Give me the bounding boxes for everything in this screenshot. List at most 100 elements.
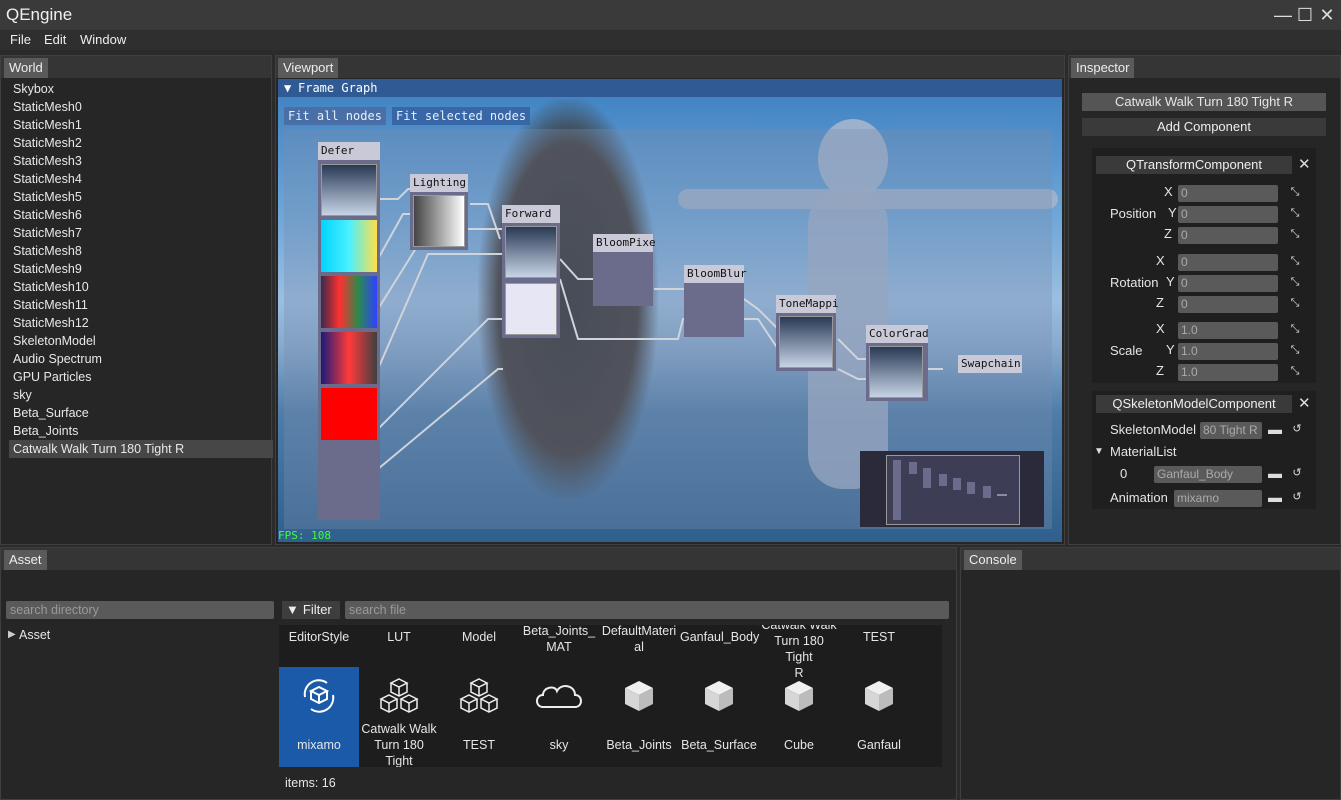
folder-icon[interactable]: ▬ xyxy=(1268,465,1282,481)
world-item[interactable]: StaticMesh3 xyxy=(13,152,82,170)
node-bloomblur[interactable]: BloomBlur xyxy=(684,265,747,337)
scene-view[interactable]: ▼ Frame Graph Fit all nodes Fit selected… xyxy=(278,79,1062,542)
asset-folder[interactable]: EditorStyle xyxy=(280,629,358,645)
asset-item[interactable]: mixamo xyxy=(279,667,359,767)
node-swapchain-title: Swapchain xyxy=(958,355,1022,373)
object-name-field[interactable]: Catwalk Walk Turn 180 Tight R xyxy=(1082,93,1326,111)
drag-handle-icon[interactable]: ⤡ xyxy=(1288,206,1302,220)
world-panel: World Skybox StaticMesh0 StaticMesh1 Static… xyxy=(0,55,273,545)
asset-folder[interactable]: Beta_Joints_ MAT xyxy=(520,625,598,655)
menu-edit[interactable]: Edit xyxy=(44,32,66,47)
expand-arrow-icon[interactable]: ▼ xyxy=(1094,446,1104,457)
world-item[interactable]: Catwalk Walk Turn 180 Tight R xyxy=(9,440,273,458)
asset-item[interactable]: Beta_Surface xyxy=(679,667,759,767)
asset-item[interactable]: TEST xyxy=(439,667,519,767)
expand-arrow-icon[interactable]: ▶ xyxy=(8,629,16,640)
drag-handle-icon[interactable]: ⤡ xyxy=(1288,254,1302,268)
rotation-y-field[interactable]: 0 xyxy=(1178,275,1278,292)
world-item[interactable]: Beta_Surface xyxy=(13,404,89,422)
scale-z-field[interactable]: 1.0 xyxy=(1178,364,1278,381)
tab-viewport[interactable]: Viewport xyxy=(278,58,339,78)
scale-x-field[interactable]: 1.0 xyxy=(1178,322,1278,339)
animation-field[interactable]: mixamo xyxy=(1174,490,1262,507)
reset-icon[interactable]: ↺ xyxy=(1290,466,1304,480)
world-list: Skybox StaticMesh0 StaticMesh1 StaticMesh2 S… xyxy=(1,79,273,539)
asset-item[interactable]: Ganfaul xyxy=(839,667,919,767)
close-icon[interactable]: ✕ xyxy=(1298,155,1311,173)
asset-label-line: mixamo xyxy=(297,738,341,752)
tab-asset[interactable]: Asset xyxy=(4,550,47,570)
minimize-icon[interactable]: — xyxy=(1272,4,1294,26)
node-colorgrading[interactable]: ColorGrad xyxy=(866,325,929,403)
world-item[interactable]: Audio Spectrum xyxy=(13,350,102,368)
world-item[interactable]: StaticMesh8 xyxy=(13,242,82,260)
world-item[interactable]: StaticMesh4 xyxy=(13,170,82,188)
reset-icon[interactable]: ↺ xyxy=(1290,490,1304,504)
position-x-field[interactable]: 0 xyxy=(1178,185,1278,202)
asset-item[interactable]: Catwalk WalkTurn 180 TightR xyxy=(359,667,439,767)
filter-icon: ▼ xyxy=(286,602,299,617)
asset-grid[interactable]: EditorStyle LUT Model Beta_Joints_ MAT Defaul… xyxy=(279,625,942,767)
close-icon[interactable]: ✕ xyxy=(1298,394,1311,412)
world-item[interactable]: StaticMesh10 xyxy=(13,278,89,296)
drag-handle-icon[interactable]: ⤡ xyxy=(1288,364,1302,378)
scale-y-field[interactable]: 1.0 xyxy=(1178,343,1278,360)
node-defer[interactable]: Defer xyxy=(318,142,380,520)
tab-world[interactable]: World xyxy=(4,58,48,78)
skeleton-model-field[interactable]: 80 Tight R xyxy=(1200,422,1262,439)
material-field[interactable]: Ganfaul_Body xyxy=(1154,466,1262,483)
node-lighting[interactable]: Lighting xyxy=(410,174,468,252)
world-item[interactable]: StaticMesh6 xyxy=(13,206,82,224)
reset-icon[interactable]: ↺ xyxy=(1290,422,1304,436)
search-directory-input[interactable]: search directory xyxy=(6,601,274,619)
world-item[interactable]: GPU Particles xyxy=(13,368,92,386)
search-file-input[interactable]: search file xyxy=(345,601,949,619)
asset-folder[interactable]: Ganfaul_Body xyxy=(680,629,759,645)
asset-item[interactable]: sky xyxy=(519,667,599,767)
world-item[interactable]: Skybox xyxy=(13,80,54,98)
position-y-field[interactable]: 0 xyxy=(1178,206,1278,223)
world-item[interactable]: StaticMesh12 xyxy=(13,314,89,332)
drag-handle-icon[interactable]: ⤡ xyxy=(1288,185,1302,199)
folder-icon[interactable]: ▬ xyxy=(1268,489,1282,505)
world-item[interactable]: StaticMesh11 xyxy=(13,296,88,314)
menu-window[interactable]: Window xyxy=(80,32,126,47)
drag-handle-icon[interactable]: ⤡ xyxy=(1288,296,1302,310)
node-forward[interactable]: Forward xyxy=(502,205,560,340)
close-icon[interactable]: ✕ xyxy=(1316,4,1338,26)
menu-file[interactable]: File xyxy=(10,32,31,47)
filter-button[interactable]: ▼ Filter xyxy=(282,601,340,619)
asset-folder[interactable]: TEST xyxy=(840,629,918,645)
world-item[interactable]: StaticMesh7 xyxy=(13,224,82,242)
frame-graph-minimap[interactable] xyxy=(860,451,1044,527)
world-item[interactable]: sky xyxy=(13,386,32,404)
asset-item[interactable]: Cube xyxy=(759,667,839,767)
asset-item[interactable]: Beta_Joints xyxy=(599,667,679,767)
node-swapchain[interactable]: Swapchain xyxy=(958,355,1022,377)
asset-tree-root[interactable]: Asset xyxy=(19,628,50,642)
rotation-z-field[interactable]: 0 xyxy=(1178,296,1278,313)
world-item[interactable]: StaticMesh9 xyxy=(13,260,82,278)
world-item[interactable]: StaticMesh2 xyxy=(13,134,82,152)
tab-inspector[interactable]: Inspector xyxy=(1071,58,1135,78)
drag-handle-icon[interactable]: ⤡ xyxy=(1288,343,1302,357)
folder-icon[interactable]: ▬ xyxy=(1268,421,1282,437)
asset-folder[interactable]: DefaultMateri al xyxy=(600,625,678,655)
world-item[interactable]: SkeletonModel xyxy=(13,332,96,350)
world-item[interactable]: StaticMesh1 xyxy=(13,116,82,134)
world-item[interactable]: StaticMesh5 xyxy=(13,188,82,206)
drag-handle-icon[interactable]: ⤡ xyxy=(1288,322,1302,336)
maximize-icon[interactable]: ☐ xyxy=(1294,4,1316,26)
add-component-button[interactable]: Add Component xyxy=(1082,118,1326,136)
world-item[interactable]: Beta_Joints xyxy=(13,422,78,440)
tab-console[interactable]: Console xyxy=(964,550,1022,570)
asset-folder[interactable]: Model xyxy=(440,629,518,645)
node-tonemapping[interactable]: ToneMappi xyxy=(776,295,839,373)
drag-handle-icon[interactable]: ⤡ xyxy=(1288,227,1302,241)
asset-folder[interactable]: LUT xyxy=(360,629,438,645)
node-bloompixel[interactable]: BloomPixe xyxy=(593,234,656,306)
position-z-field[interactable]: 0 xyxy=(1178,227,1278,244)
rotation-x-field[interactable]: 0 xyxy=(1178,254,1278,271)
drag-handle-icon[interactable]: ⤡ xyxy=(1288,275,1302,289)
world-item[interactable]: StaticMesh0 xyxy=(13,98,82,116)
